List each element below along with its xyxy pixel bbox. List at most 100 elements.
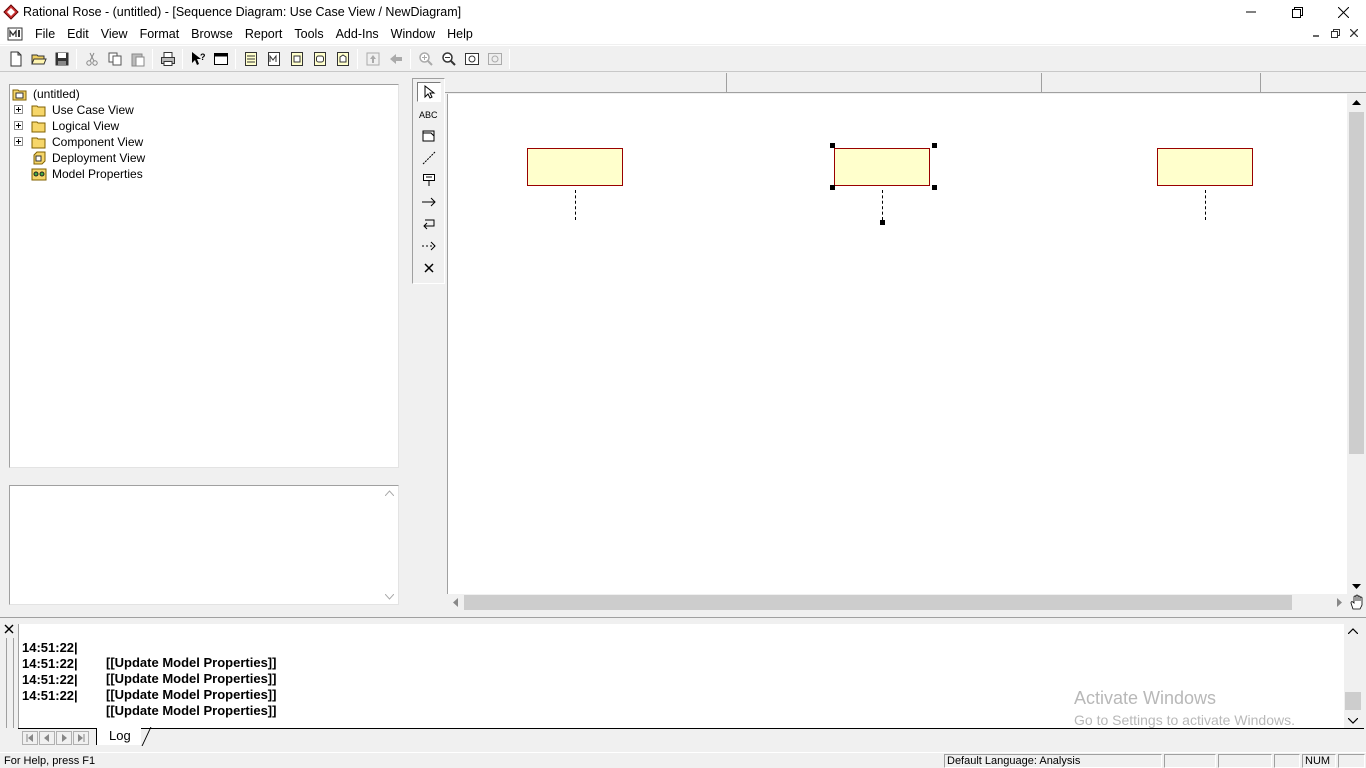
menu-file[interactable]: File	[29, 25, 61, 43]
copy-button[interactable]	[103, 48, 126, 70]
rational-rose-app-icon[interactable]	[3, 4, 19, 20]
tree-item-use-case-view[interactable]: Use Case View	[14, 102, 214, 118]
status-cell-empty	[1218, 754, 1272, 768]
destruction-marker-tool[interactable]	[417, 258, 441, 278]
tab-next-button[interactable]	[56, 731, 72, 745]
log-content[interactable]: 14:51:22| [[Update Model Properties]] 14…	[18, 624, 1344, 728]
context-help-button[interactable]: ?	[186, 48, 209, 70]
return-message-tool[interactable]	[417, 236, 441, 256]
scroll-down-icon[interactable]	[385, 594, 394, 600]
lifeline-3[interactable]	[1205, 190, 1206, 220]
menu-window[interactable]: Window	[385, 25, 441, 43]
tree-item-logical-view[interactable]: Logical View	[14, 118, 214, 134]
log-dock-grip[interactable]	[6, 638, 14, 728]
view-documentation-button[interactable]	[209, 48, 232, 70]
model-browser-tree[interactable]: (untitled) Use Case View Logical View Co…	[9, 84, 399, 468]
close-button[interactable]	[1320, 0, 1366, 24]
scroll-left-icon[interactable]	[452, 598, 458, 607]
zoom-out-button[interactable]	[437, 48, 460, 70]
menu-edit[interactable]: Edit	[61, 25, 95, 43]
diagram-horizontal-scrollbar[interactable]	[447, 594, 1347, 611]
scroll-down-icon[interactable]	[1352, 584, 1361, 590]
text-box-tool[interactable]: ABC	[417, 104, 441, 124]
log-vertical-scrollbar[interactable]	[1344, 624, 1362, 728]
documentation-scrollbar[interactable]	[381, 486, 398, 604]
menu-browse[interactable]: Browse	[185, 25, 239, 43]
sequence-object-3[interactable]	[1157, 148, 1253, 186]
lifeline-1[interactable]	[575, 190, 576, 220]
sequence-object-2-selected[interactable]	[834, 148, 930, 186]
log-close-button[interactable]	[4, 624, 16, 636]
menu-add-ins[interactable]: Add-Ins	[330, 25, 385, 43]
tab-previous-button[interactable]	[39, 731, 55, 745]
lifeline-end-handle[interactable]	[880, 220, 885, 225]
mdi-minimize-button[interactable]	[1308, 26, 1324, 40]
scroll-down-icon[interactable]	[1348, 718, 1358, 724]
browse-state-diagram-button[interactable]	[308, 48, 331, 70]
horizontal-scroll-thumb[interactable]	[464, 595, 1292, 610]
ruler-divider	[1260, 73, 1261, 93]
scroll-right-icon[interactable]	[1337, 598, 1343, 607]
tree-item-label: Use Case View	[52, 103, 134, 117]
cut-button[interactable]	[80, 48, 103, 70]
browse-parent-button[interactable]	[361, 48, 384, 70]
vertical-scroll-thumb[interactable]	[1349, 112, 1364, 454]
selection-handle[interactable]	[932, 143, 937, 148]
selection-handle[interactable]	[830, 185, 835, 190]
new-button[interactable]	[4, 48, 27, 70]
tab-log[interactable]: Log	[96, 728, 141, 745]
tab-first-button[interactable]	[22, 731, 38, 745]
diagram-vertical-scrollbar[interactable]	[1348, 94, 1365, 594]
open-button[interactable]	[27, 48, 50, 70]
sequence-diagram-window	[445, 73, 1366, 613]
expand-plus-icon[interactable]	[14, 105, 23, 114]
log-scroll-thumb[interactable]	[1345, 692, 1361, 710]
expand-plus-icon[interactable]	[14, 121, 23, 130]
object-message-tool[interactable]	[417, 192, 441, 212]
menu-format[interactable]: Format	[134, 25, 186, 43]
browse-component-diagram-button[interactable]	[285, 48, 308, 70]
diagram-canvas[interactable]	[447, 94, 1347, 594]
zoom-in-button[interactable]	[414, 48, 437, 70]
mdi-close-button[interactable]	[1346, 26, 1362, 40]
browse-previous-button[interactable]	[384, 48, 407, 70]
tree-item-model-properties[interactable]: Model Properties	[14, 166, 214, 182]
tree-root[interactable]: (untitled)	[12, 86, 80, 102]
fit-in-window-button[interactable]	[460, 48, 483, 70]
scroll-up-icon[interactable]	[1348, 628, 1358, 634]
browse-class-diagram-button[interactable]	[239, 48, 262, 70]
document-system-menu-icon[interactable]	[7, 26, 23, 42]
minimize-button[interactable]	[1228, 0, 1274, 24]
undo-fit-in-window-button[interactable]	[483, 48, 506, 70]
selection-handle[interactable]	[830, 143, 835, 148]
browse-interaction-diagram-button[interactable]	[262, 48, 285, 70]
documentation-pane[interactable]	[9, 485, 399, 605]
paste-button[interactable]	[126, 48, 149, 70]
selection-tool[interactable]	[417, 82, 441, 102]
scroll-up-icon[interactable]	[385, 490, 394, 496]
tree-item-deployment-view[interactable]: Deployment View	[14, 150, 214, 166]
mdi-controls	[1308, 26, 1362, 40]
anchor-note-tool[interactable]	[417, 148, 441, 168]
menu-report[interactable]: Report	[239, 25, 289, 43]
menu-view[interactable]: View	[95, 25, 134, 43]
object-tool[interactable]	[417, 170, 441, 190]
mdi-restore-button[interactable]	[1327, 26, 1343, 40]
parent-arrow-icon	[366, 52, 379, 65]
scroll-up-icon[interactable]	[1352, 99, 1361, 105]
browse-deployment-diagram-button[interactable]	[331, 48, 354, 70]
note-tool[interactable]	[417, 126, 441, 146]
menu-tools[interactable]: Tools	[288, 25, 329, 43]
print-button[interactable]	[156, 48, 179, 70]
menu-help[interactable]: Help	[441, 25, 479, 43]
save-button[interactable]	[50, 48, 73, 70]
selection-handle[interactable]	[932, 185, 937, 190]
restore-button[interactable]	[1274, 0, 1320, 24]
tab-last-button[interactable]	[73, 731, 89, 745]
lifeline-2[interactable]	[882, 190, 883, 220]
tree-item-component-view[interactable]: Component View	[14, 134, 214, 150]
pan-hand-icon[interactable]	[1348, 594, 1365, 611]
sequence-object-1[interactable]	[527, 148, 623, 186]
message-to-self-tool[interactable]	[417, 214, 441, 234]
expand-plus-icon[interactable]	[14, 137, 23, 146]
